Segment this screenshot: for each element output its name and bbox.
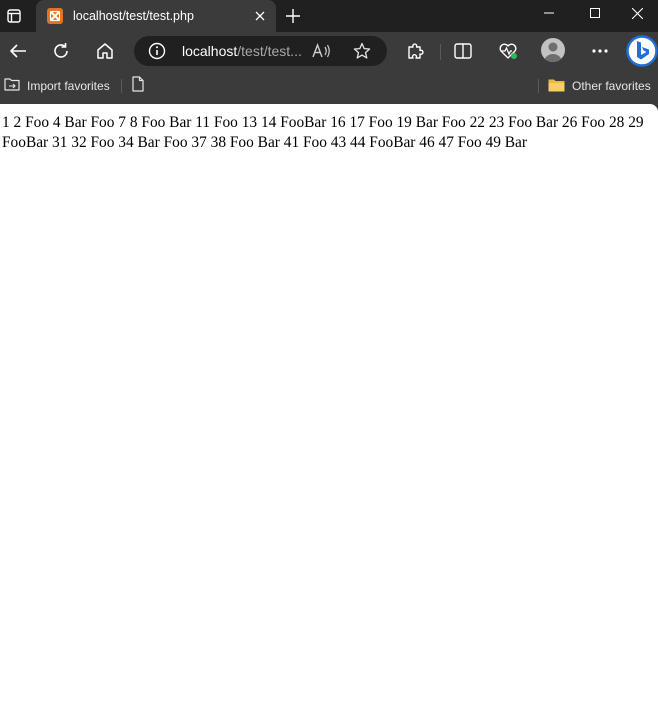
info-icon[interactable] (148, 42, 166, 60)
read-aloud-icon[interactable] (312, 42, 332, 60)
import-favorites-button[interactable]: Import favorites (4, 74, 110, 98)
favorites-divider (121, 79, 122, 93)
import-favorites-label: Import favorites (27, 79, 110, 93)
tab-actions-icon[interactable] (0, 0, 28, 32)
page-icon (131, 76, 145, 96)
folder-icon (548, 77, 565, 96)
window-close-icon[interactable] (616, 0, 658, 26)
split-screen-icon[interactable] (448, 36, 478, 66)
more-icon[interactable] (585, 36, 615, 66)
import-icon (4, 76, 20, 96)
star-icon[interactable] (352, 42, 372, 60)
url-text[interactable]: localhost/test/test... (182, 36, 302, 66)
refresh-icon[interactable] (46, 36, 76, 66)
bing-icon[interactable] (626, 35, 658, 67)
favorites-divider (538, 79, 539, 93)
minimize-icon[interactable] (526, 0, 572, 26)
plus-icon[interactable] (280, 3, 306, 29)
other-favorites-label: Other favorites (572, 79, 651, 93)
favorite-page-item[interactable] (131, 74, 145, 98)
close-icon[interactable] (250, 6, 270, 26)
url-path: /test/test... (237, 43, 302, 59)
home-icon[interactable] (90, 36, 120, 66)
other-favorites-button[interactable]: Other favorites (548, 74, 651, 98)
page-viewport: 1 2 Foo 4 Bar Foo 7 8 Foo Bar 11 Foo 13 … (0, 104, 658, 711)
url-host: localhost (182, 43, 238, 59)
avatar[interactable] (541, 38, 565, 62)
tab-active[interactable]: localhost/test/test.php (36, 0, 276, 32)
page-body-text: 1 2 Foo 4 Bar Foo 7 8 Foo Bar 11 Foo 13 … (2, 114, 644, 151)
tab-title: localhost/test/test.php (73, 9, 194, 23)
back-arrow-icon[interactable] (3, 36, 33, 66)
favorites-bar: Import favorites Other favorites (0, 70, 658, 102)
puzzle-icon[interactable] (400, 36, 430, 66)
xampp-favicon (47, 8, 63, 24)
maximize-icon[interactable] (572, 0, 618, 26)
title-bar: localhost/test/test.php (0, 0, 658, 32)
toolbar-divider (440, 44, 441, 60)
address-bar[interactable]: localhost/test/test... (134, 36, 387, 66)
toolbar: localhost/test/test... (0, 32, 658, 70)
heart-pulse-icon[interactable] (493, 36, 523, 66)
